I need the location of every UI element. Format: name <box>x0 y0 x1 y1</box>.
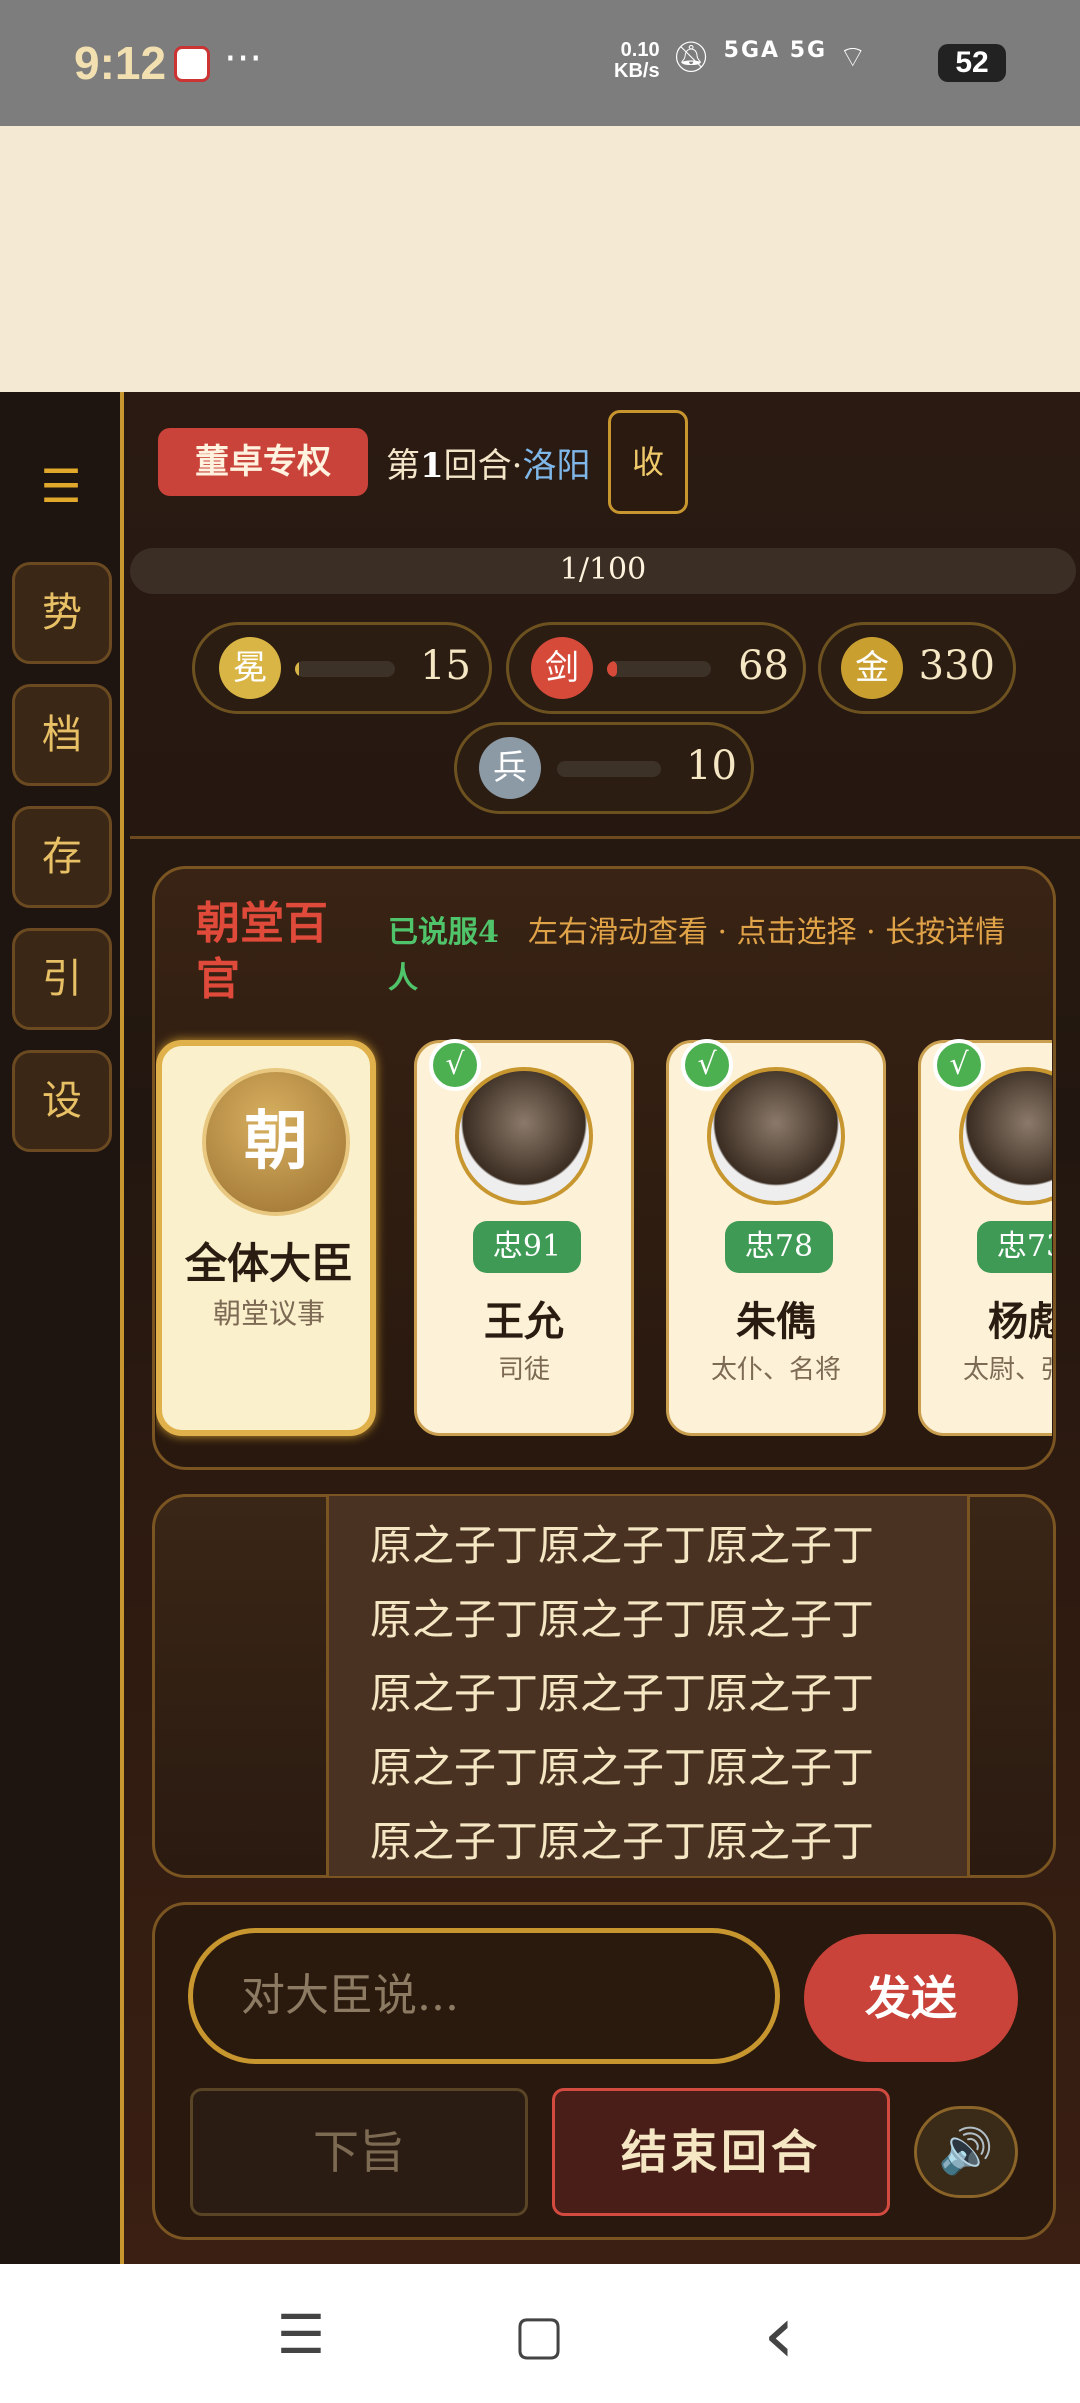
court-title: 朝堂百官 <box>196 898 328 1005</box>
chat-line: 原之子丁原之子丁原之子丁 <box>370 1743 875 1792</box>
gold-value: 330 <box>918 643 995 689</box>
top-banner-area <box>0 126 1080 392</box>
sidebar <box>0 392 124 2264</box>
sidebar-item-archive[interactable]: 档 <box>12 684 112 786</box>
chat-line: 原之子丁原之子丁原之子丁 <box>370 1595 875 1644</box>
battery-icon: 52 <box>938 44 1006 82</box>
card-name: 杨彪 <box>988 1298 1052 1345</box>
stat-military: 剑 68 <box>506 622 806 714</box>
round-suffix: 回合· <box>443 446 523 486</box>
loyalty-badge: 忠91 <box>473 1221 581 1273</box>
home-icon[interactable]: ▢ <box>504 2300 574 2370</box>
troops-bar <box>557 761 661 777</box>
military-bar <box>607 661 711 677</box>
prestige-bar-fill <box>295 661 299 677</box>
turn-progress-text: 1/100 <box>559 552 647 587</box>
troops-value: 10 <box>686 743 737 789</box>
loyalty-badge: 忠73 <box>977 1221 1052 1273</box>
signal-icons: 🔕︎ 5GA 5G ⌔ <box>672 38 869 76</box>
more-notifications-icon: ··· <box>224 36 263 82</box>
card-role: 司徒 <box>497 1355 550 1385</box>
mute-icon: 🔕︎ <box>672 40 713 75</box>
avatar <box>959 1067 1052 1205</box>
round-number: 1 <box>420 446 444 486</box>
speed-unit: KB/s <box>614 60 660 82</box>
gold-icon: 金 <box>841 637 903 699</box>
card-role: 太仆、名将 <box>710 1355 841 1385</box>
persuaded-count: 已说服4人 <box>388 915 499 996</box>
speed-value: 0.10 <box>620 39 660 61</box>
card-minister-yangbiao[interactable]: √ 忠73 杨彪 太尉、弘农 <box>918 1039 1052 1436</box>
court-seal-icon: 朝 <box>202 1068 350 1216</box>
court-hint: 左右滑动查看 · 点击选择 · 长按详情 <box>528 915 1006 950</box>
end-round-button[interactable]: 结束回合 <box>552 2088 890 2216</box>
card-role: 太尉、弘农 <box>962 1355 1052 1385</box>
check-icon: √ <box>429 1039 481 1091</box>
card-name: 朱儁 <box>736 1298 816 1345</box>
prestige-value: 15 <box>420 643 471 689</box>
decree-button[interactable]: 下旨 <box>190 2088 528 2216</box>
minister-carousel[interactable]: 朝 全体大臣 朝堂议事 √ 忠91 王允 司徒 √ 忠78 朱儁 太仆、名将 √… <box>156 1030 1052 1450</box>
collapse-button[interactable]: 收 <box>608 410 688 514</box>
crown-icon: 冕 <box>219 637 281 699</box>
wifi-icon: ⌔ <box>838 40 869 75</box>
round-indicator: 第1回合·洛阳 <box>386 438 590 487</box>
round-prefix: 第 <box>386 446 420 486</box>
menu-icon[interactable]: ☰ <box>38 462 84 510</box>
sidebar-item-power[interactable]: 势 <box>12 562 112 664</box>
message-input[interactable]: 对大臣说... <box>188 1928 780 2064</box>
card-minister-wangyun[interactable]: √ 忠91 王允 司徒 <box>414 1039 634 1436</box>
stat-troops: 兵 10 <box>454 722 754 814</box>
app-notification-icon <box>174 46 210 82</box>
stat-gold: 金 330 <box>818 622 1016 714</box>
avatar <box>707 1067 845 1205</box>
sidebar-item-save[interactable]: 存 <box>12 806 112 908</box>
recents-icon[interactable]: ☰ <box>266 2300 336 2370</box>
sidebar-item-settings[interactable]: 设 <box>12 1050 112 1152</box>
scenario-badge[interactable]: 董卓专权 <box>158 428 368 496</box>
card-name: 王允 <box>484 1298 564 1345</box>
soldier-icon: 兵 <box>479 737 541 799</box>
card-name: 全体大臣 <box>184 1239 353 1288</box>
check-icon: √ <box>933 1039 985 1091</box>
chat-line: 原之子丁原之子丁原之子丁 <box>370 1817 875 1866</box>
card-role: 朝堂议事 <box>212 1297 325 1330</box>
network-label: 5GA 5G <box>723 38 828 63</box>
military-value: 68 <box>738 643 789 689</box>
stat-prestige: 冕 15 <box>192 622 492 714</box>
network-speed: 0.10 KB/s <box>614 40 660 82</box>
card-all-ministers[interactable]: 朝 全体大臣 朝堂议事 <box>156 1040 376 1436</box>
speaker-icon[interactable]: 🔊 <box>914 2106 1018 2198</box>
loyalty-badge: 忠78 <box>725 1221 833 1273</box>
back-icon[interactable]: ‹ <box>744 2295 814 2375</box>
prestige-bar <box>295 661 395 677</box>
send-button[interactable]: 发送 <box>804 1934 1018 2062</box>
military-bar-fill <box>607 661 618 677</box>
chat-line: 原之子丁原之子丁原之子丁 <box>370 1521 875 1570</box>
header-divider <box>130 836 1080 839</box>
card-minister-zhujun[interactable]: √ 忠78 朱儁 太仆、名将 <box>666 1039 886 1436</box>
city-name: 洛阳 <box>522 446 591 486</box>
check-icon: √ <box>681 1039 733 1091</box>
status-time: 9:12 <box>74 37 167 89</box>
chat-line: 原之子丁原之子丁原之子丁 <box>370 1669 875 1718</box>
sidebar-item-guide[interactable]: 引 <box>12 928 112 1030</box>
sword-icon: 剑 <box>531 637 593 699</box>
avatar <box>455 1067 593 1205</box>
